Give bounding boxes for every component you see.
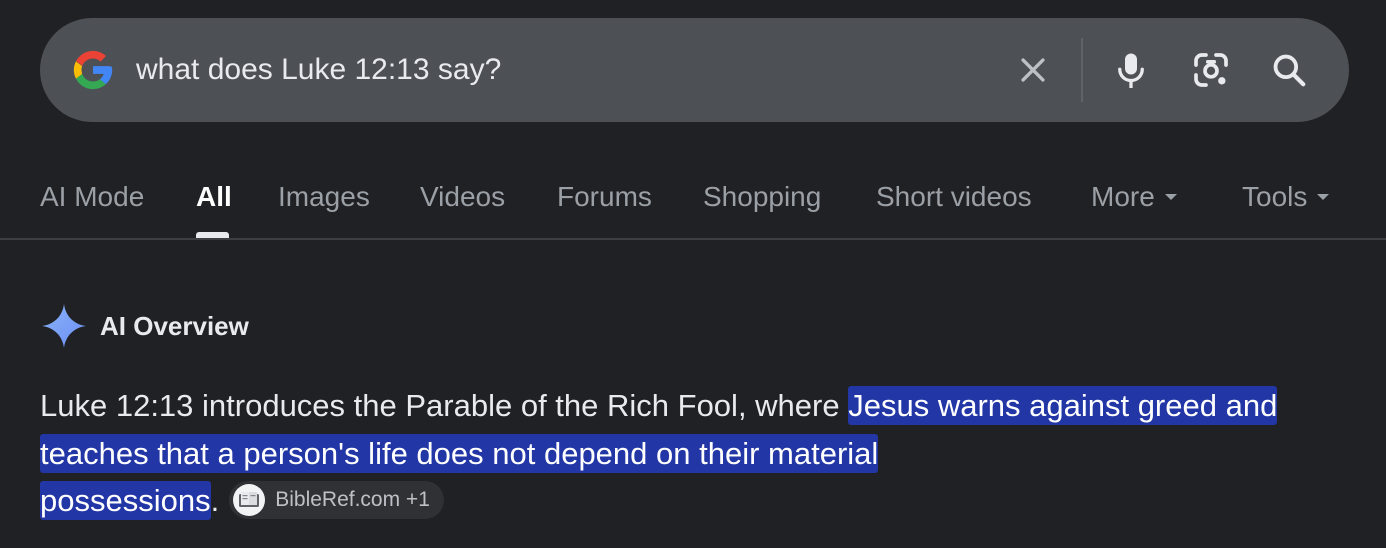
google-logo-icon: [73, 50, 113, 90]
tab-ai-mode[interactable]: AI Mode: [40, 180, 144, 214]
ai-overview-plain-text: Luke 12:13 introduces the Parable of the…: [40, 388, 849, 423]
sparkle-icon: [42, 304, 86, 348]
searchbar-divider: [1081, 38, 1083, 102]
ai-overview-title: AI Overview: [100, 310, 249, 341]
tab-videos[interactable]: Videos: [420, 180, 505, 214]
lens-icon[interactable]: [1189, 48, 1233, 92]
chevron-down-icon: [1317, 193, 1330, 200]
tab-forums[interactable]: Forums: [557, 180, 652, 214]
ai-overview-highlight-3: possessions: [40, 481, 211, 520]
tab-more-label: More: [1091, 181, 1155, 212]
source-chip-label: BibleRef.com +1: [275, 488, 430, 512]
tools-button[interactable]: Tools: [1242, 180, 1330, 214]
mic-icon[interactable]: [1109, 48, 1153, 92]
tab-all[interactable]: All: [196, 180, 232, 214]
tab-short-videos[interactable]: Short videos: [876, 180, 1032, 214]
search-input[interactable]: what does Luke 12:13 say?: [136, 52, 501, 88]
ai-overview-period: .: [210, 483, 220, 518]
source-chip[interactable]: BibleRef.com +1: [229, 480, 444, 519]
tools-label: Tools: [1242, 181, 1308, 212]
tab-shopping[interactable]: Shopping: [703, 180, 821, 214]
ai-overview-highlight-2: teaches that a person's life does not de…: [40, 433, 879, 473]
tab-more[interactable]: More: [1091, 180, 1177, 214]
ai-overview-header: AI Overview: [40, 302, 249, 350]
search-icon[interactable]: [1267, 48, 1311, 92]
tab-images[interactable]: Images: [278, 180, 370, 214]
ai-overview-text: Luke 12:13 introduces the Parable of the…: [40, 382, 1350, 525]
chevron-down-icon: [1164, 193, 1177, 200]
bibleref-favicon-icon: [233, 483, 266, 516]
clear-icon[interactable]: [1011, 48, 1055, 92]
tabs-divider: [0, 238, 1386, 240]
search-tabs: AI Mode All Images Videos Forums Shoppin…: [0, 160, 1386, 240]
ai-overview-highlight-1: Jesus warns against greed and: [848, 386, 1278, 425]
